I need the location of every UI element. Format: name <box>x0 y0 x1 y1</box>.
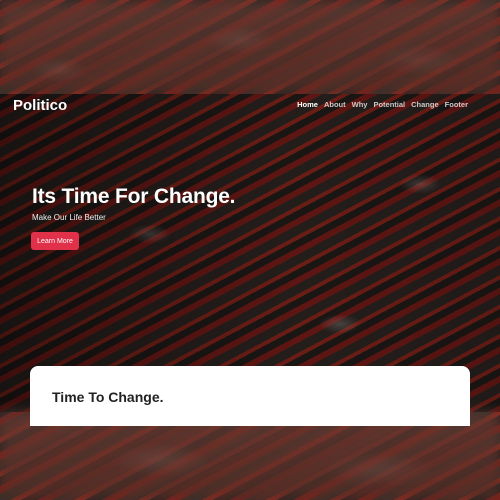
nav-link-change[interactable]: Change <box>411 100 439 109</box>
brand-logo[interactable]: Politico <box>13 97 67 114</box>
navbar: Politico Home About Why Potential Change… <box>0 94 500 118</box>
nav-link-footer[interactable]: Footer <box>445 100 468 109</box>
nav-link-about[interactable]: About <box>324 100 346 109</box>
section-title: Time To Change. <box>52 389 164 405</box>
hero-title: Its Time For Change. <box>32 185 236 208</box>
nav-link-why[interactable]: Why <box>352 100 368 109</box>
hero-subtitle: Make Our Life Better <box>32 213 106 222</box>
nav-links: Home About Why Potential Change Footer <box>297 100 468 109</box>
learn-more-button[interactable]: Learn More <box>31 232 79 250</box>
blurred-top-backdrop <box>0 0 500 94</box>
content-card: Time To Change. <box>30 366 470 426</box>
page: Politico Home About Why Potential Change… <box>0 0 500 500</box>
nav-link-potential[interactable]: Potential <box>373 100 405 109</box>
hero-section: Politico Home About Why Potential Change… <box>0 94 500 412</box>
nav-link-home[interactable]: Home <box>297 100 318 109</box>
